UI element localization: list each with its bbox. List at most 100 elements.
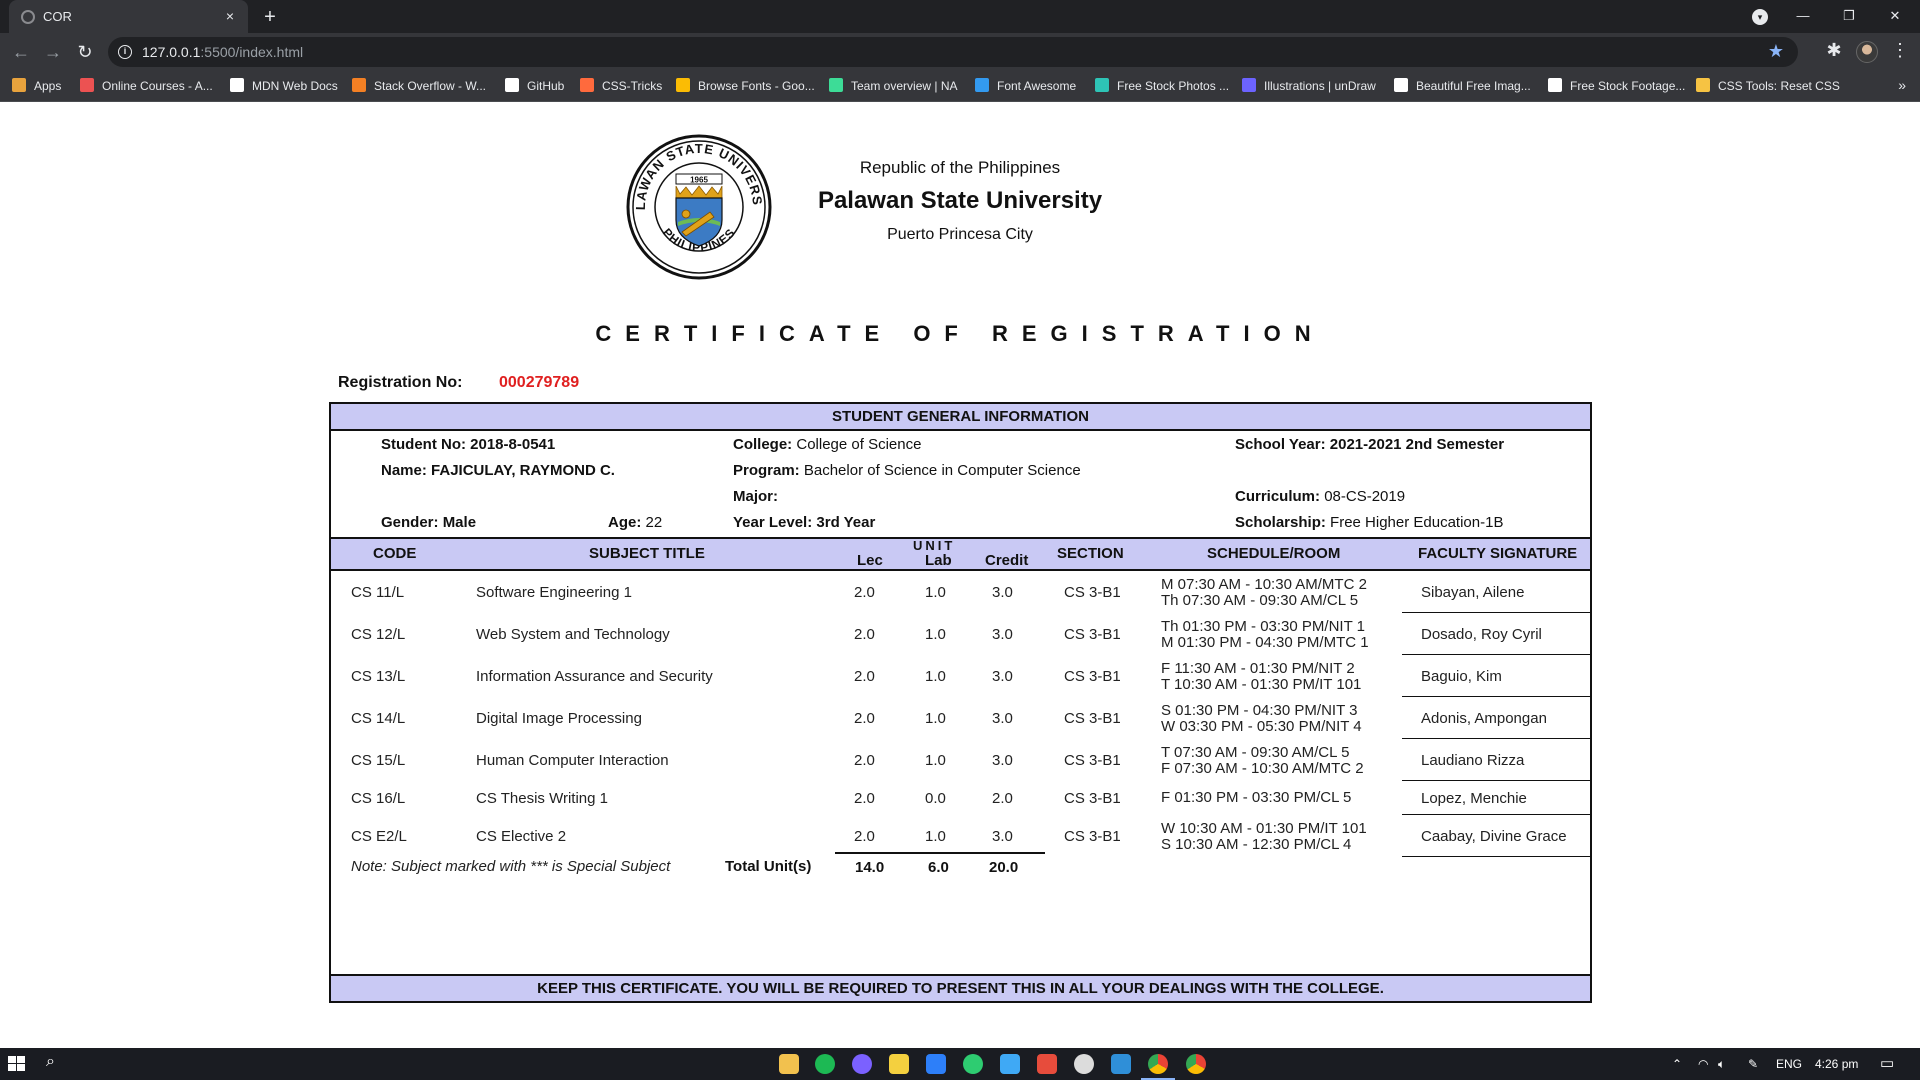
bookmark-item[interactable]: Font Awesome xyxy=(975,71,1076,102)
windows-start-icon[interactable] xyxy=(8,1056,26,1072)
bookmark-label: CSS Tools: Reset CSS xyxy=(1718,79,1840,93)
bookmark-item[interactable]: Beautiful Free Imag... xyxy=(1394,71,1531,102)
bookmark-item[interactable]: Stack Overflow - W... xyxy=(352,71,486,102)
bookmark-favicon-icon xyxy=(1696,78,1710,92)
faculty-name: Sibayan, Ailene xyxy=(1421,584,1525,601)
school-year: School Year: 2021-2021 2nd Semester xyxy=(1235,436,1505,453)
new-tab-button[interactable]: + xyxy=(257,4,283,30)
schedule-line-2: Th 07:30 AM - 09:30 AM/CL 5 xyxy=(1161,592,1359,609)
address-bar[interactable]: i 127.0.0.1:5500/index.html ★ xyxy=(108,37,1798,67)
keep-certificate-notice: KEEP THIS CERTIFICATE. YOU WILL BE REQUI… xyxy=(331,974,1590,1001)
bookmark-item[interactable]: Apps xyxy=(12,71,61,102)
bookmark-favicon-icon xyxy=(230,78,244,92)
bookmark-item[interactable]: Free Stock Footage... xyxy=(1548,71,1685,102)
profile-avatar[interactable] xyxy=(1856,41,1878,63)
reload-icon[interactable]: ↻ xyxy=(72,39,98,65)
todo-icon[interactable] xyxy=(926,1054,946,1074)
extensions-icon[interactable]: ✱ xyxy=(1822,40,1846,61)
schedule-line-1: W 10:30 AM - 01:30 PM/IT 101 xyxy=(1161,820,1367,837)
header-credit: Credit xyxy=(985,552,1029,569)
info-icon[interactable]: i xyxy=(118,45,132,59)
subject-section: CS 3-B1 xyxy=(1064,584,1121,601)
url-text[interactable]: 127.0.0.1:5500/index.html xyxy=(142,44,303,60)
faculty-name: Lopez, Menchie xyxy=(1421,790,1527,807)
bookmark-label: Stack Overflow - W... xyxy=(374,79,487,93)
subject-lab: 1.0 xyxy=(925,626,946,643)
spotify-icon[interactable] xyxy=(815,1054,835,1074)
bookmark-item[interactable]: CSS-Tricks xyxy=(580,71,662,102)
tray-chevron-icon[interactable]: ⌃ xyxy=(1672,1048,1682,1080)
header-section: SECTION xyxy=(1057,545,1124,562)
bookmark-favicon-icon xyxy=(1394,78,1408,92)
subject-lab: 1.0 xyxy=(925,668,946,685)
schedule-line-2: S 10:30 AM - 12:30 PM/CL 4 xyxy=(1161,836,1352,853)
volume-icon[interactable]: 🔈︎ xyxy=(1718,1048,1725,1080)
github-desktop-icon[interactable] xyxy=(1074,1054,1094,1074)
student-gender: Gender: Male xyxy=(381,514,477,531)
bookmark-item[interactable]: CSS Tools: Reset CSS xyxy=(1696,71,1840,102)
back-icon[interactable]: ← xyxy=(8,39,34,65)
schedule-line-1: T 07:30 AM - 09:30 AM/CL 5 xyxy=(1161,744,1350,761)
faculty-signature-line xyxy=(1402,696,1592,697)
menu-kebab-icon[interactable]: ⋮ xyxy=(1888,40,1912,61)
bookmark-label: Free Stock Photos ... xyxy=(1117,79,1230,93)
close-window-icon[interactable]: ✕ xyxy=(1872,0,1918,33)
bookmarks-bar: » Apps Online Courses - A... MDN Web Docs S… xyxy=(0,71,1920,102)
bookmark-item[interactable]: Browse Fonts - Goo... xyxy=(676,71,815,102)
close-tab-button[interactable]: × xyxy=(220,6,240,26)
bookmark-item[interactable]: Illustrations | unDraw xyxy=(1242,71,1376,102)
clock-time[interactable]: 4:26 pm xyxy=(1815,1048,1858,1080)
bookmark-label: MDN Web Docs xyxy=(252,79,338,93)
subject-code: CS 12/L xyxy=(351,626,406,643)
schedule-line-1: F 01:30 PM - 03:30 PM/CL 5 xyxy=(1161,789,1352,806)
messenger-icon[interactable] xyxy=(852,1054,872,1074)
calendar-icon[interactable] xyxy=(1000,1054,1020,1074)
faculty-signature-line xyxy=(1402,654,1592,655)
bookmark-favicon-icon xyxy=(505,78,519,92)
bookmark-item[interactable]: Team overview | NA xyxy=(829,71,957,102)
bookmark-item[interactable]: Free Stock Photos ... xyxy=(1095,71,1229,102)
whatsapp-icon[interactable] xyxy=(963,1054,983,1074)
chrome-icon-2[interactable] xyxy=(1186,1054,1206,1074)
url-path: :5500/index.html xyxy=(200,44,304,60)
taskbar-search-icon[interactable]: ⌕ xyxy=(46,1053,55,1071)
game-icon[interactable] xyxy=(1037,1054,1057,1074)
bookmark-favicon-icon xyxy=(1242,78,1256,92)
header-subject-title: SUBJECT TITLE xyxy=(589,545,705,562)
bookmark-item[interactable]: GitHub xyxy=(505,71,564,102)
schedule-line-1: S 01:30 PM - 04:30 PM/NIT 3 xyxy=(1161,702,1358,719)
bookmark-item[interactable]: Online Courses - A... xyxy=(80,71,213,102)
minimize-icon[interactable]: — xyxy=(1780,0,1826,33)
special-subject-note: Note: Subject marked with *** is Special… xyxy=(351,858,671,875)
chrome-icon[interactable] xyxy=(1148,1054,1168,1074)
input-language[interactable]: ENG xyxy=(1776,1048,1802,1080)
faculty-signature-line xyxy=(1402,738,1592,739)
sticky-notes-icon[interactable] xyxy=(889,1054,909,1074)
student-age: Age: 22 xyxy=(608,514,663,531)
bookmarks-overflow-icon[interactable]: » xyxy=(1898,77,1906,93)
bookmark-label: Beautiful Free Imag... xyxy=(1416,79,1531,93)
subject-credit: 3.0 xyxy=(992,584,1013,601)
bookmark-item[interactable]: MDN Web Docs xyxy=(230,71,338,102)
forward-icon[interactable]: → xyxy=(40,39,66,65)
restore-icon[interactable]: ❐ xyxy=(1826,0,1872,33)
subject-section: CS 3-B1 xyxy=(1064,710,1121,727)
notification-icon[interactable]: ▭ xyxy=(1880,1048,1894,1080)
program: Program: Bachelor of Science in Computer… xyxy=(733,462,1081,479)
bookmark-star-icon[interactable]: ★ xyxy=(1768,41,1784,62)
bookmark-favicon-icon xyxy=(1548,78,1562,92)
schedule-line-2: T 10:30 AM - 01:30 PM/IT 101 xyxy=(1161,676,1362,693)
subject-lab: 1.0 xyxy=(925,584,946,601)
vscode-icon[interactable] xyxy=(1111,1054,1131,1074)
pen-icon[interactable]: ✎ xyxy=(1748,1048,1758,1080)
subject-credit: 3.0 xyxy=(992,710,1013,727)
tab-search-icon[interactable]: ▾ xyxy=(1752,9,1768,25)
network-icon[interactable]: ◠ xyxy=(1698,1048,1708,1080)
subject-title: Software Engineering 1 xyxy=(476,584,632,601)
subject-credit: 2.0 xyxy=(992,790,1013,807)
file-explorer-icon[interactable] xyxy=(779,1054,799,1074)
bookmark-label: Apps xyxy=(34,79,62,93)
subject-section: CS 3-B1 xyxy=(1064,790,1121,807)
browser-tab[interactable]: COR × xyxy=(9,0,248,33)
schedule-line-1: Th 01:30 PM - 03:30 PM/NIT 1 xyxy=(1161,618,1365,635)
